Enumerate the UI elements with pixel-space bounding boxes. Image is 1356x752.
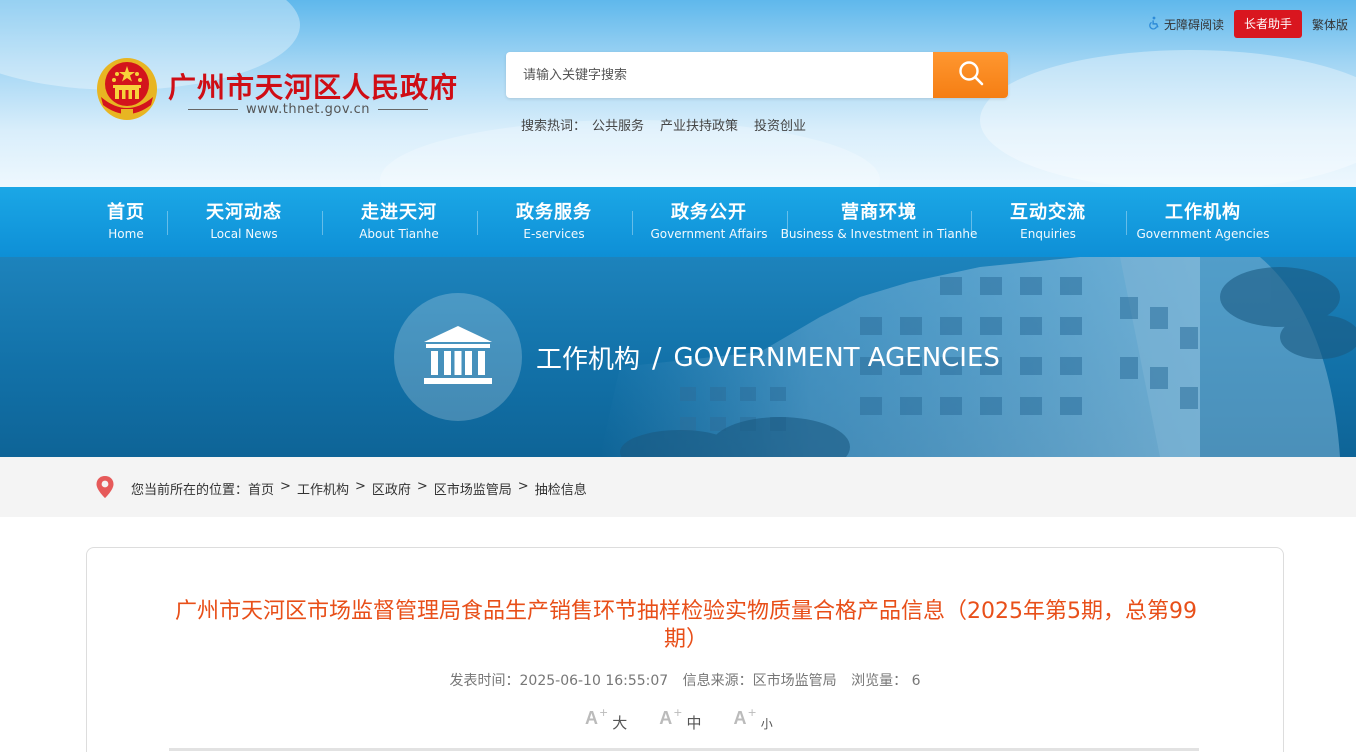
site-header: 无障碍阅读 长者助手 繁体版 广州市天河区人民政府 www.thnet.gov.… — [0, 0, 1356, 187]
nav-item-sublabel: Business & Investment in Tianhe — [780, 227, 978, 241]
nav-item-business-investment[interactable]: 营商环境 Business & Investment in Tianhe — [781, 187, 978, 257]
nav-item-sublabel: Enquiries — [1020, 227, 1076, 241]
breadcrumb-link-district-gov[interactable]: 区政府 — [372, 479, 411, 498]
nav-item-label: 天河动态 — [206, 202, 282, 223]
location-pin-icon — [95, 475, 115, 499]
nav-item-sublabel: Home — [108, 227, 144, 241]
nav-item-label: 政务公开 — [671, 202, 747, 223]
search-button[interactable] — [933, 52, 1008, 98]
content-divider — [169, 748, 1199, 751]
breadcrumb-link-inspection-info[interactable]: 抽检信息 — [535, 479, 587, 498]
font-size-medium-button[interactable]: A + 中 — [659, 706, 702, 733]
banner-title-en: GOVERNMENT AGENCIES — [673, 342, 1000, 373]
article-meta: 发表时间：2025-06-10 16:55:07 信息来源：区市场监管局 浏览量… — [87, 670, 1283, 690]
search-icon — [957, 59, 985, 91]
font-size-controls: A + 大 A + 中 A + 小 — [585, 706, 773, 733]
breadcrumb-link-market-supervision[interactable]: 区市场监管局 — [434, 479, 512, 498]
banner-icon-circle — [394, 293, 522, 421]
breadcrumb-separator: > — [416, 479, 428, 494]
nav-item-sublabel: E-services — [523, 227, 585, 241]
site-url: www.thnet.gov.cn — [245, 102, 371, 117]
header-cloud-decoration — [980, 50, 1356, 187]
publish-time: 发表时间：2025-06-10 16:55:07 — [449, 673, 669, 689]
hot-search-words: 搜索热词： 公共服务 产业扶持政策 投资创业 — [521, 115, 806, 134]
font-size-label: 中 — [686, 714, 702, 732]
nav-item-label: 走进天河 — [361, 202, 437, 223]
breadcrumb-prefix: 您当前所在的位置：首页 — [131, 483, 275, 498]
font-size-label: 大 — [612, 714, 628, 732]
nav-item-label: 互动交流 — [1010, 202, 1086, 223]
search-input[interactable] — [506, 52, 933, 98]
nav-item-label: 营商环境 — [841, 202, 917, 223]
nav-item-label: 工作机构 — [1165, 202, 1241, 223]
nav-item-government-affairs[interactable]: 政务公开 Government Affairs — [633, 187, 785, 257]
article-title: 广州市天河区市场监督管理局食品生产销售环节抽样检验实物质量合格产品信息（2025… — [175, 599, 1197, 652]
elder-assist-button[interactable]: 长者助手 — [1233, 10, 1302, 38]
breadcrumb-link-home[interactable]: 首页 — [248, 483, 274, 498]
section-banner: 工作机构 / GOVERNMENT AGENCIES — [0, 257, 1356, 457]
view-count: 浏览量： 6 — [851, 673, 921, 689]
url-divider-line — [188, 109, 238, 110]
hot-words-label: 搜索热词： — [521, 119, 587, 134]
breadcrumb-separator: > — [280, 479, 291, 494]
breadcrumb-separator: > — [517, 479, 529, 494]
nav-item-label: 首页 — [107, 202, 145, 223]
nav-item-label: 政务服务 — [516, 202, 592, 223]
banner-title: 工作机构 / GOVERNMENT AGENCIES — [536, 339, 1000, 376]
font-size-large-button[interactable]: A + 大 — [585, 706, 628, 733]
wheelchair-icon — [1147, 16, 1161, 33]
font-size-small-button[interactable]: A + 小 — [733, 706, 773, 733]
search-box — [506, 52, 1008, 98]
government-building-icon — [420, 324, 496, 390]
nav-item-home[interactable]: 首页 Home — [86, 187, 166, 257]
nav-item-e-services[interactable]: 政务服务 E-services — [478, 187, 630, 257]
banner-title-cn: 工作机构 — [536, 345, 641, 375]
nav-item-local-news[interactable]: 天河动态 Local News — [168, 187, 320, 257]
url-divider-line — [378, 109, 428, 110]
nav-item-sublabel: Government Affairs — [650, 227, 768, 241]
nav-item-about-tianhe[interactable]: 走进天河 About Tianhe — [323, 187, 475, 257]
font-size-icon: A — [585, 708, 598, 728]
nav-item-sublabel: About Tianhe — [359, 227, 439, 241]
main-nav: 首页 Home 天河动态 Local News 走进天河 About Tianh… — [0, 187, 1356, 257]
accessibility-label: 无障碍阅读 — [1163, 17, 1224, 32]
site-url-row: www.thnet.gov.cn — [188, 102, 428, 117]
font-size-icon: A — [659, 708, 673, 728]
top-links: 无障碍阅读 长者助手 繁体版 — [1147, 10, 1348, 38]
nav-item-enquiries[interactable]: 互动交流 Enquiries — [972, 187, 1124, 257]
nav-item-government-agencies[interactable]: 工作机构 Government Agencies — [1127, 187, 1279, 257]
banner-title-slash: / — [652, 341, 662, 374]
breadcrumb-separator: > — [354, 479, 366, 494]
hot-word-link[interactable]: 产业扶持政策 — [660, 115, 738, 134]
breadcrumb-link-agencies[interactable]: 工作机构 — [297, 479, 349, 498]
breadcrumb-bar: 您当前所在的位置：首页 > 工作机构 > 区政府 > 区市场监管局 > 抽检信息 — [0, 457, 1356, 517]
font-size-icon: A — [733, 708, 747, 728]
info-source: 信息来源：区市场监管局 — [682, 673, 837, 689]
nav-item-sublabel: Government Agencies — [1136, 227, 1270, 241]
breadcrumb: 您当前所在的位置：首页 > 工作机构 > 区政府 > 区市场监管局 > 抽检信息 — [131, 479, 587, 498]
site-title: 广州市天河区人民政府 — [168, 71, 459, 104]
hot-word-link[interactable]: 公共服务 — [592, 115, 644, 134]
national-emblem-logo — [95, 53, 159, 121]
article-container: 广州市天河区市场监督管理局食品生产销售环节抽样检验实物质量合格产品信息（2025… — [86, 547, 1284, 752]
accessibility-link[interactable]: 无障碍阅读 — [1147, 16, 1224, 33]
nav-item-sublabel: Local News — [210, 227, 278, 241]
hot-word-link[interactable]: 投资创业 — [754, 115, 806, 134]
font-size-label: 小 — [760, 717, 773, 731]
traditional-chinese-link[interactable]: 繁体版 — [1312, 16, 1348, 33]
